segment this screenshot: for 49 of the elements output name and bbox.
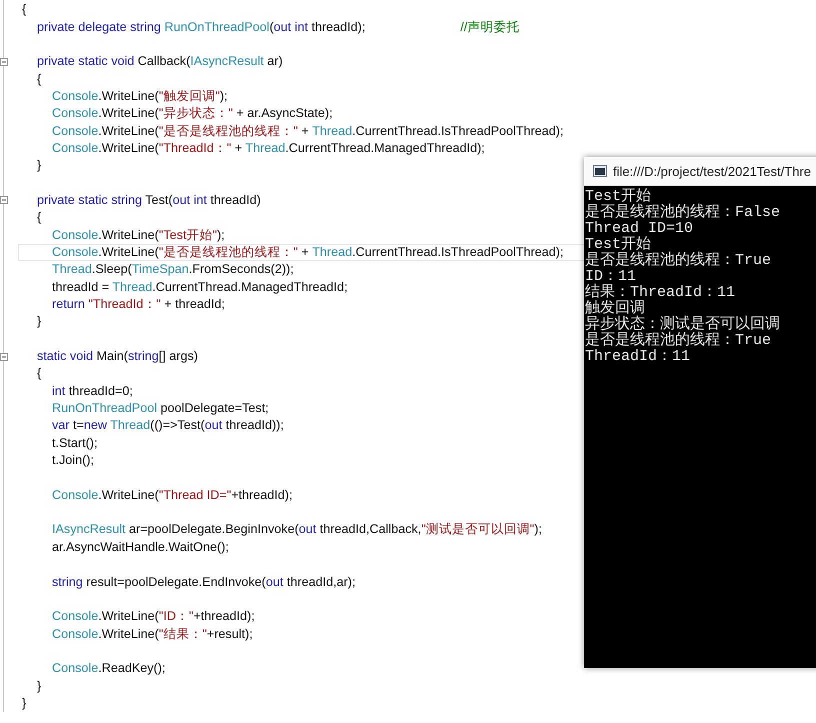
collapse-icon[interactable]: [0, 352, 8, 361]
console-output-line: Test开始: [585, 237, 652, 253]
code-line: string result=poolDelegate.EndInvoke(out threadId,ar);: [52, 574, 356, 590]
code-line: private static string Test(out int threadId): [37, 192, 261, 208]
code-line: Console.ReadKey();: [52, 661, 166, 676]
code-line: {: [37, 210, 42, 226]
console-icon: [593, 165, 607, 177]
code-line: {: [22, 2, 26, 18]
code-line: }: [37, 678, 42, 694]
code-line: return "ThreadId：" + threadId;: [52, 297, 225, 312]
code-line: private delegate string RunOnThreadPool(out int threadId); //声明委托: [37, 20, 520, 35]
collapse-icon[interactable]: [0, 58, 8, 66]
code-line: Console.WriteLine("Thread ID="+threadId);: [52, 488, 292, 503]
code-line: }: [37, 158, 42, 174]
code-line: threadId = Thread.CurrentThread.ManagedThreadId;: [52, 280, 348, 295]
code-line: Console.WriteLine("异步状态：" + ar.AsyncState);: [52, 106, 333, 122]
console-output-line: 结果：ThreadId：11: [585, 285, 736, 301]
console-output-line: 是否是线程池的线程：True: [585, 253, 772, 269]
code-line: }: [37, 314, 42, 330]
code-line: RunOnThreadPool poolDelegate=Test;: [52, 401, 269, 416]
code-line: Console.WriteLine("触发回调");: [52, 88, 228, 104]
code-line: IAsyncResult ar=poolDelegate.BeginInvoke(out threadId,Callback,"测试是否可以回调");: [52, 522, 542, 538]
window-title: file:///D:/project/test/2021Test/Thre: [613, 164, 811, 178]
console-output-line: 是否是线程池的线程：False: [585, 205, 780, 221]
code-line: Console.WriteLine("是否是线程池的线程：" + Thread.CurrentThread.IsThreadPoolThread);: [52, 244, 564, 260]
collapse-icon[interactable]: [0, 196, 8, 204]
code-line: ar.AsyncWaitHandle.WaitOne();: [52, 540, 229, 555]
console-output-line: Test开始: [585, 189, 652, 205]
code-line: int threadId=0;: [52, 384, 133, 399]
code-line: {: [37, 72, 42, 87]
console-output-line: ThreadId：11: [585, 349, 690, 365]
console-output-line: ID：11: [585, 269, 636, 285]
code-line: static void Main(string[] args): [37, 349, 198, 364]
code-line: private static void Callback(IAsyncResult ar): [37, 54, 283, 70]
code-line: Console.WriteLine("结果："+result);: [52, 626, 253, 642]
code-line: Console.WriteLine("ID："+threadId);: [52, 609, 255, 624]
code-line: var t=new Thread(()=>Test(out threadId));: [52, 418, 284, 434]
code-line: Console.WriteLine("Test开始");: [52, 228, 225, 243]
code-line: t.Start();: [52, 436, 98, 451]
console-output-line: 触发回调: [585, 301, 645, 317]
console-output-line: 异步状态：测试是否可以回调: [585, 317, 780, 333]
code-line: }: [22, 696, 26, 711]
code-line: t.Join();: [52, 453, 94, 468]
code-line: {: [37, 366, 42, 382]
code-line: Console.WriteLine("是否是线程池的线程：" + Thread.CurrentThread.IsThreadPoolThread);: [52, 124, 564, 139]
console-output-line: 是否是线程池的线程：True: [585, 333, 772, 349]
console-output-line: Thread ID=10: [585, 221, 694, 237]
code-line: Thread.Sleep(TimeSpan.FromSeconds(2));: [52, 262, 294, 278]
code-line: Console.WriteLine("ThreadId：" + Thread.CurrentThread.ManagedThreadId);: [52, 140, 485, 156]
